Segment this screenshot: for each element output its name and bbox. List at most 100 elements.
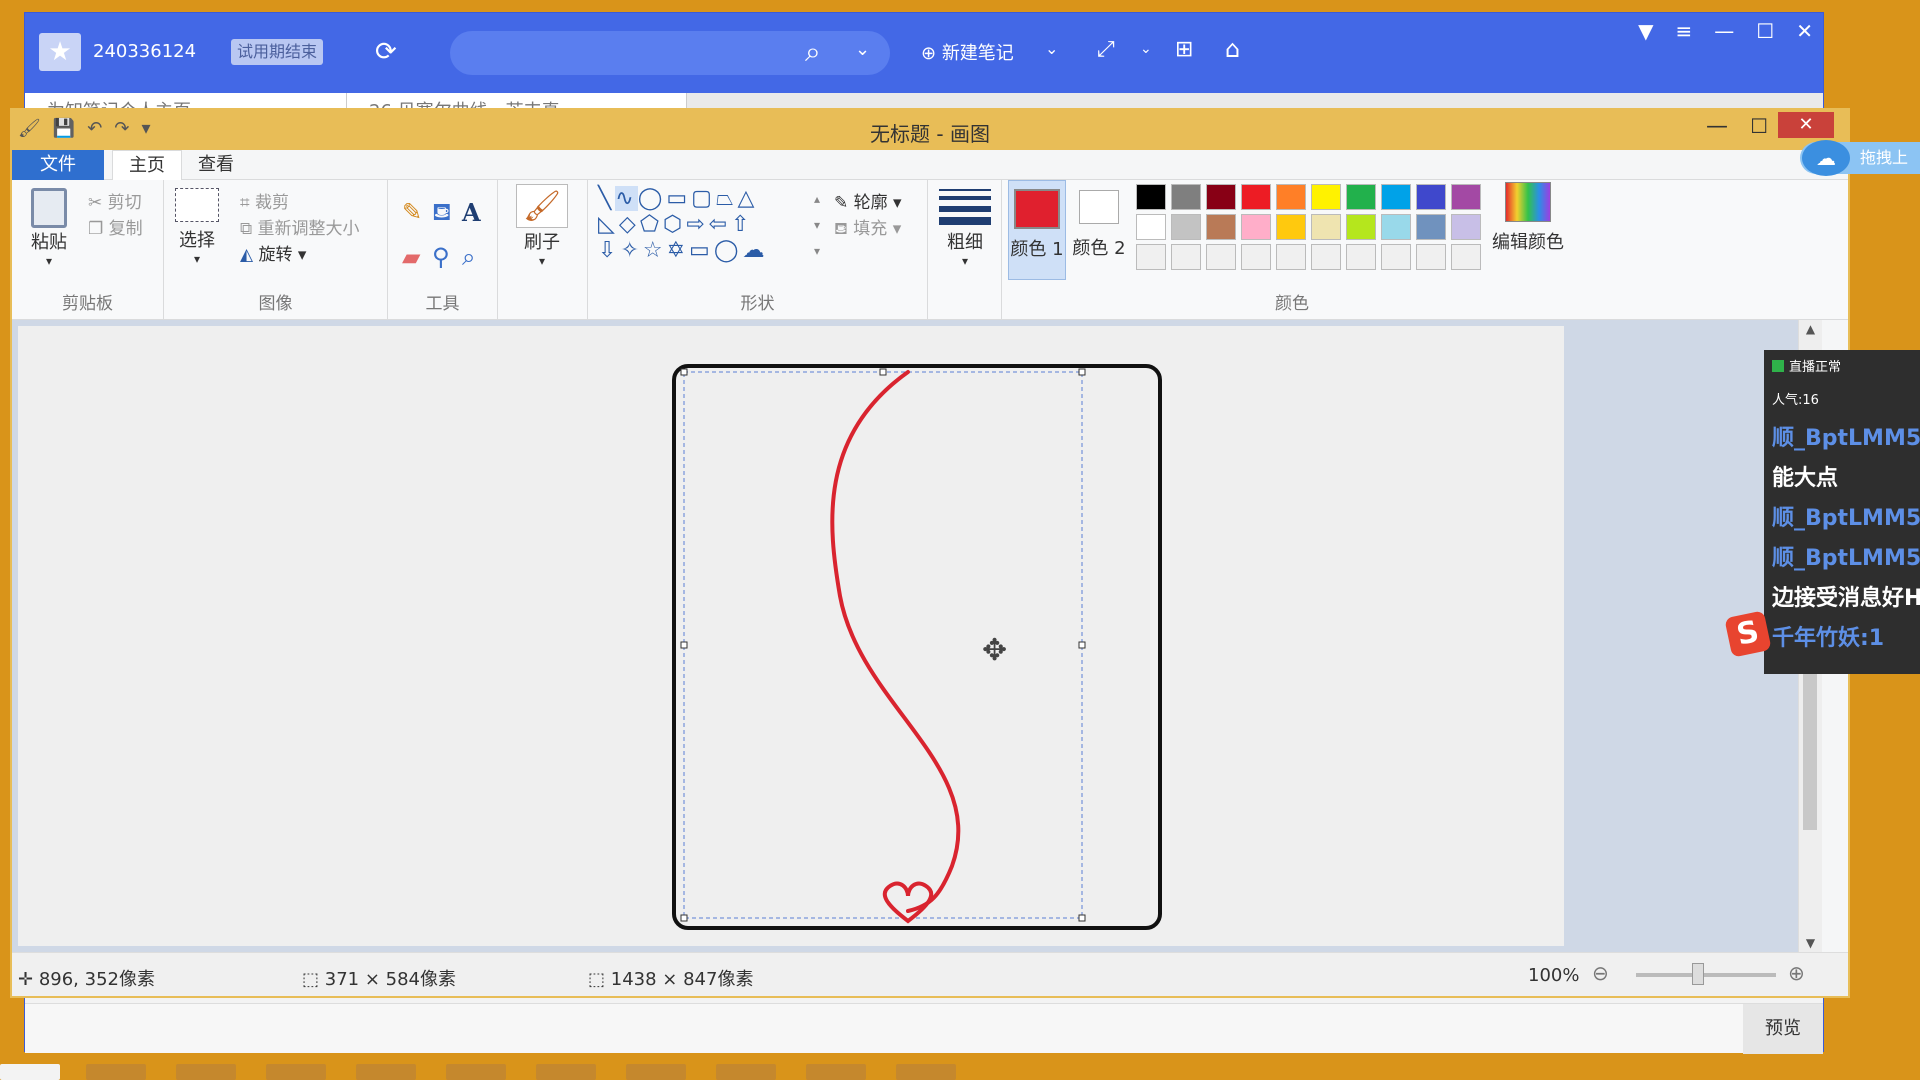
right-triangle-shape-icon[interactable]: ◺ [598,212,619,237]
maximize-icon[interactable]: ☐ [1756,19,1774,43]
chevron-down-icon[interactable]: ⌄ [855,39,870,60]
color-swatch[interactable] [1346,214,1376,240]
down-arrow-shape-icon[interactable]: ⇩ [598,238,620,263]
shapes-scroll[interactable]: ▴ ▾ ▾ [814,186,820,264]
color-swatch[interactable] [1416,214,1446,240]
color-swatch[interactable] [1381,214,1411,240]
menu-icon[interactable]: ≡ [1676,19,1693,43]
color-swatch[interactable] [1206,214,1236,240]
rectangle-shape-icon[interactable]: ▭ [666,186,691,211]
baidu-cloud-icon[interactable]: ☁ [1802,140,1850,176]
line-shape-icon[interactable]: ╲ [598,186,615,211]
color-swatch[interactable] [1311,184,1341,210]
taskbar-app-icon[interactable] [716,1064,776,1080]
text-icon[interactable]: A [462,198,492,229]
color-swatch[interactable] [1276,184,1306,210]
minimize-icon[interactable]: — [1714,19,1734,43]
triangle-shape-icon[interactable]: △ [738,186,759,211]
taskbar-app-icon[interactable] [626,1064,686,1080]
taskbar-app-icon[interactable] [446,1064,506,1080]
edit-colors-button[interactable]: 编辑颜色 [1488,182,1568,254]
color-swatch[interactable] [1451,244,1481,270]
color-swatch[interactable] [1381,184,1411,210]
scroll-up-icon[interactable]: ▲ [1799,320,1822,336]
new-note-button[interactable]: ⊕ 新建笔记 [921,39,1014,65]
left-arrow-shape-icon[interactable]: ⇦ [709,212,731,237]
zoom-slider[interactable] [1636,973,1776,977]
zoom-in-icon[interactable]: ⊕ [1788,961,1805,985]
color-swatch[interactable] [1136,214,1166,240]
color-picker-icon[interactable]: ⚲ [432,243,462,271]
color-swatch[interactable] [1416,184,1446,210]
zoom-out-icon[interactable]: ⊖ [1592,961,1609,985]
tab-home[interactable]: 主页 [112,150,182,180]
close-icon[interactable]: ✕ [1796,19,1813,43]
tab-view[interactable]: 查看 [182,150,250,180]
fill-bucket-icon[interactable]: ⛾ [432,198,462,229]
eraser-icon[interactable]: ▰ [402,243,432,271]
sogou-ime-icon[interactable]: S [1724,610,1772,658]
paste-button[interactable]: 粘贴 ▾ [26,188,72,268]
chevron-down-icon[interactable]: ⌄ [1140,41,1152,57]
note-logo-icon[interactable]: ★ [39,33,81,71]
color-swatch[interactable] [1206,244,1236,270]
taskbar-app-icon[interactable] [536,1064,596,1080]
magnifier-icon[interactable]: ⌕ [462,243,492,271]
color-swatch[interactable] [1171,184,1201,210]
home-icon[interactable]: ⌂ [1225,35,1240,63]
oval-shape-icon[interactable]: ◯ [638,186,667,211]
brush-button[interactable]: 🖌 刷子 ▾ [514,184,570,268]
chevron-down-icon[interactable]: ⌄ [1045,39,1058,58]
color-swatch[interactable] [1136,184,1166,210]
color-swatch[interactable] [1276,214,1306,240]
outline-button[interactable]: ✎ 轮廓 ▾ [834,188,902,213]
taskbar-app-icon[interactable] [806,1064,866,1080]
start-icon[interactable] [0,1064,60,1080]
color1-button[interactable]: 颜色 1 [1008,180,1066,280]
size-button[interactable]: 粗细 ▾ [938,186,992,268]
five-point-star-shape-icon[interactable]: ☆ [643,238,667,263]
color-swatch[interactable] [1241,184,1271,210]
taskbar-app-icon[interactable] [176,1064,236,1080]
minimize-icon[interactable]: — [1706,114,1728,139]
tab-file[interactable]: 文件 [12,150,104,180]
color-swatch[interactable] [1451,214,1481,240]
pentagon-shape-icon[interactable]: ⬠ [640,212,663,237]
color-swatch[interactable] [1171,244,1201,270]
preview-button[interactable]: 预览 [1743,1004,1823,1054]
copy-button[interactable]: ❐ 复制 [88,214,143,239]
grid-icon[interactable]: ⊞ [1175,37,1193,62]
note-user-id[interactable]: 240336124 [93,41,196,62]
color-swatch[interactable] [1346,184,1376,210]
color-swatch[interactable] [1241,214,1271,240]
curve-shape-icon[interactable]: ∿ [615,186,638,211]
resize-button[interactable]: ⧉ 重新调整大小 [240,214,360,239]
selection-handles[interactable] [680,368,1086,922]
scroll-down-icon[interactable]: ▼ [1799,936,1822,950]
expand-icon[interactable]: ⤢ [1097,37,1115,62]
taskbar-app-icon[interactable] [356,1064,416,1080]
taskbar-app-icon[interactable] [266,1064,326,1080]
zoom-slider-thumb[interactable] [1692,963,1704,985]
close-button[interactable]: ✕ [1778,112,1834,138]
color-swatch[interactable] [1311,244,1341,270]
six-point-star-shape-icon[interactable]: ✡ [667,238,689,263]
color-swatch[interactable] [1241,244,1271,270]
up-arrow-shape-icon[interactable]: ⇧ [731,212,753,237]
color-swatch[interactable] [1171,214,1201,240]
hexagon-shape-icon[interactable]: ⬡ [663,212,686,237]
color-swatch[interactable] [1381,244,1411,270]
right-arrow-shape-icon[interactable]: ⇨ [686,212,708,237]
callout-cloud-shape-icon[interactable]: ☁ [742,238,768,263]
four-point-star-shape-icon[interactable]: ✧ [620,238,642,263]
fill-button[interactable]: ⛾ 填充 ▾ [834,214,901,241]
crop-button[interactable]: ⌗ 裁剪 [240,188,289,213]
color-swatch[interactable] [1416,244,1446,270]
color-swatch[interactable] [1451,184,1481,210]
color-swatch[interactable] [1311,214,1341,240]
taskbar-app-icon[interactable] [86,1064,146,1080]
diamond-shape-icon[interactable]: ◇ [619,212,640,237]
select-button[interactable]: 选择 ▾ [174,188,220,266]
drawing-canvas[interactable]: ✥ [18,326,1573,946]
taskbar-paint-icon[interactable] [896,1064,956,1080]
